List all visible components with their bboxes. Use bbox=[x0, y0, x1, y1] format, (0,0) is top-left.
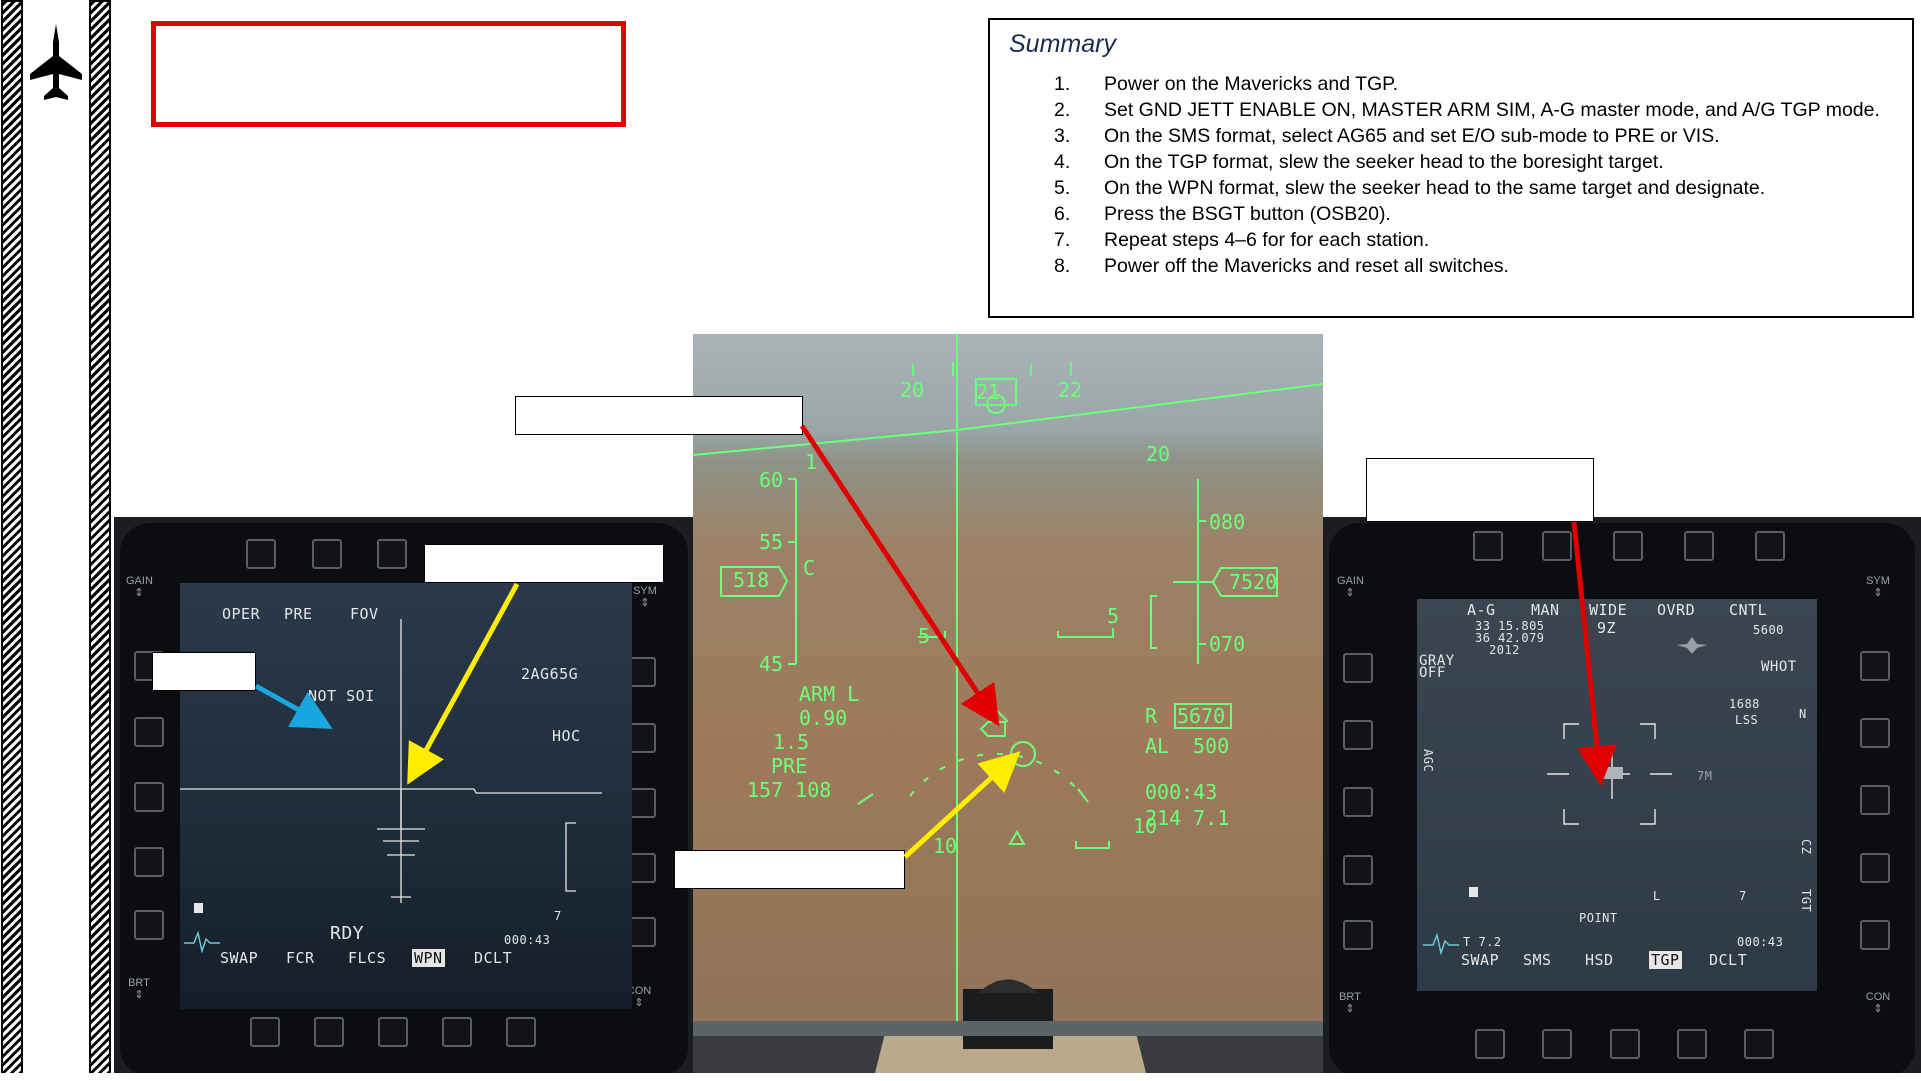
callout-arrows bbox=[254, 424, 1617, 859]
arrow-blue-wpn bbox=[254, 683, 333, 729]
slide: Summary 1. Power on the Mavericks and TGP… bbox=[0, 0, 1921, 1081]
arrow-yellow-hud bbox=[903, 751, 1021, 859]
arrow-yellow-wpn bbox=[407, 582, 520, 785]
bottom-strip bbox=[0, 1073, 1921, 1081]
arrow-red-tgp bbox=[1571, 521, 1617, 786]
arrow-red-hud bbox=[799, 424, 1000, 727]
